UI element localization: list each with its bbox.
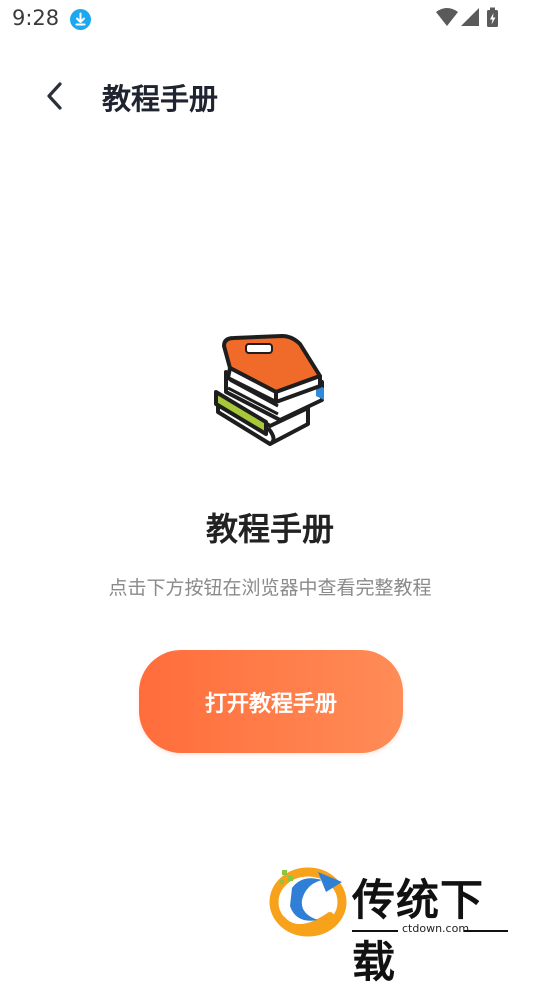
page-title: 教程手册 [102,82,219,116]
content-heading: 教程手册 [205,510,334,548]
status-bar: 9:28 [0,0,540,38]
watermark-emblem-icon [269,867,347,937]
status-time: 9:28 [12,6,60,30]
download-icon [70,9,91,30]
watermark-divider-right [464,930,508,932]
books-stack-icon [208,334,332,452]
app-bar: 教程手册 [0,62,540,132]
status-icons [436,7,502,33]
back-button[interactable] [36,76,76,116]
watermark-logo: 传统下载 ctdown.com [268,862,518,988]
battery-charging-icon [487,7,498,27]
open-manual-button-label: 打开教程手册 [204,691,337,717]
wifi-icon [436,8,458,26]
chevron-left-icon [47,82,62,110]
cellular-signal-icon [461,8,479,26]
open-manual-button[interactable]: 打开教程手册 [139,650,403,753]
watermark-url: ctdown.com [402,922,470,935]
content-subtitle: 点击下方按钮在浏览器中查看完整教程 [108,577,432,599]
watermark-divider-left [352,930,398,932]
